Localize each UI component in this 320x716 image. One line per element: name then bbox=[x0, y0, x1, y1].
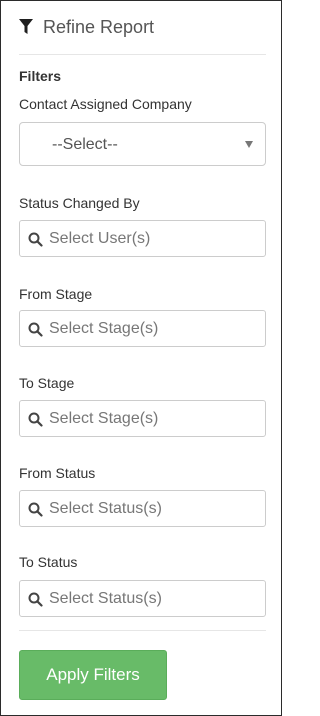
from-status-placeholder: Select Status(s) bbox=[49, 500, 162, 517]
to-status-label: To Status bbox=[19, 554, 78, 570]
filters-heading: Filters bbox=[19, 68, 62, 84]
search-icon bbox=[28, 412, 43, 427]
footer-divider bbox=[19, 630, 266, 631]
to-status-input[interactable]: Select Status(s) bbox=[19, 580, 266, 617]
status-changed-by-label: Status Changed By bbox=[19, 195, 140, 211]
from-stage-label: From Stage bbox=[19, 286, 93, 302]
refine-report-panel: Refine Report Filters Contact Assigned C… bbox=[0, 0, 282, 716]
header-divider bbox=[19, 54, 266, 55]
to-status-placeholder: Select Status(s) bbox=[49, 590, 162, 607]
to-stage-placeholder: Select Stage(s) bbox=[49, 410, 159, 427]
contact-company-value: --Select-- bbox=[52, 136, 118, 153]
search-icon bbox=[28, 502, 43, 517]
search-icon bbox=[28, 592, 43, 607]
from-stage-placeholder: Select Stage(s) bbox=[49, 320, 159, 337]
search-icon bbox=[28, 322, 43, 337]
from-stage-input[interactable]: Select Stage(s) bbox=[19, 310, 266, 347]
status-changed-by-placeholder: Select User(s) bbox=[49, 230, 151, 247]
panel-title: Refine Report bbox=[43, 16, 155, 37]
contact-company-select[interactable]: --Select-- bbox=[19, 122, 266, 166]
contact-company-label: Contact Assigned Company bbox=[19, 96, 192, 112]
to-stage-input[interactable]: Select Stage(s) bbox=[19, 400, 266, 437]
chevron-down-icon bbox=[245, 141, 253, 148]
status-changed-by-input[interactable]: Select User(s) bbox=[19, 220, 266, 257]
apply-filters-button[interactable]: Apply Filters bbox=[19, 650, 167, 700]
from-status-input[interactable]: Select Status(s) bbox=[19, 490, 266, 527]
search-icon bbox=[28, 232, 43, 247]
filter-icon bbox=[19, 19, 33, 35]
from-status-label: From Status bbox=[19, 465, 96, 481]
panel-header: Refine Report bbox=[19, 13, 154, 41]
to-stage-label: To Stage bbox=[19, 375, 75, 391]
